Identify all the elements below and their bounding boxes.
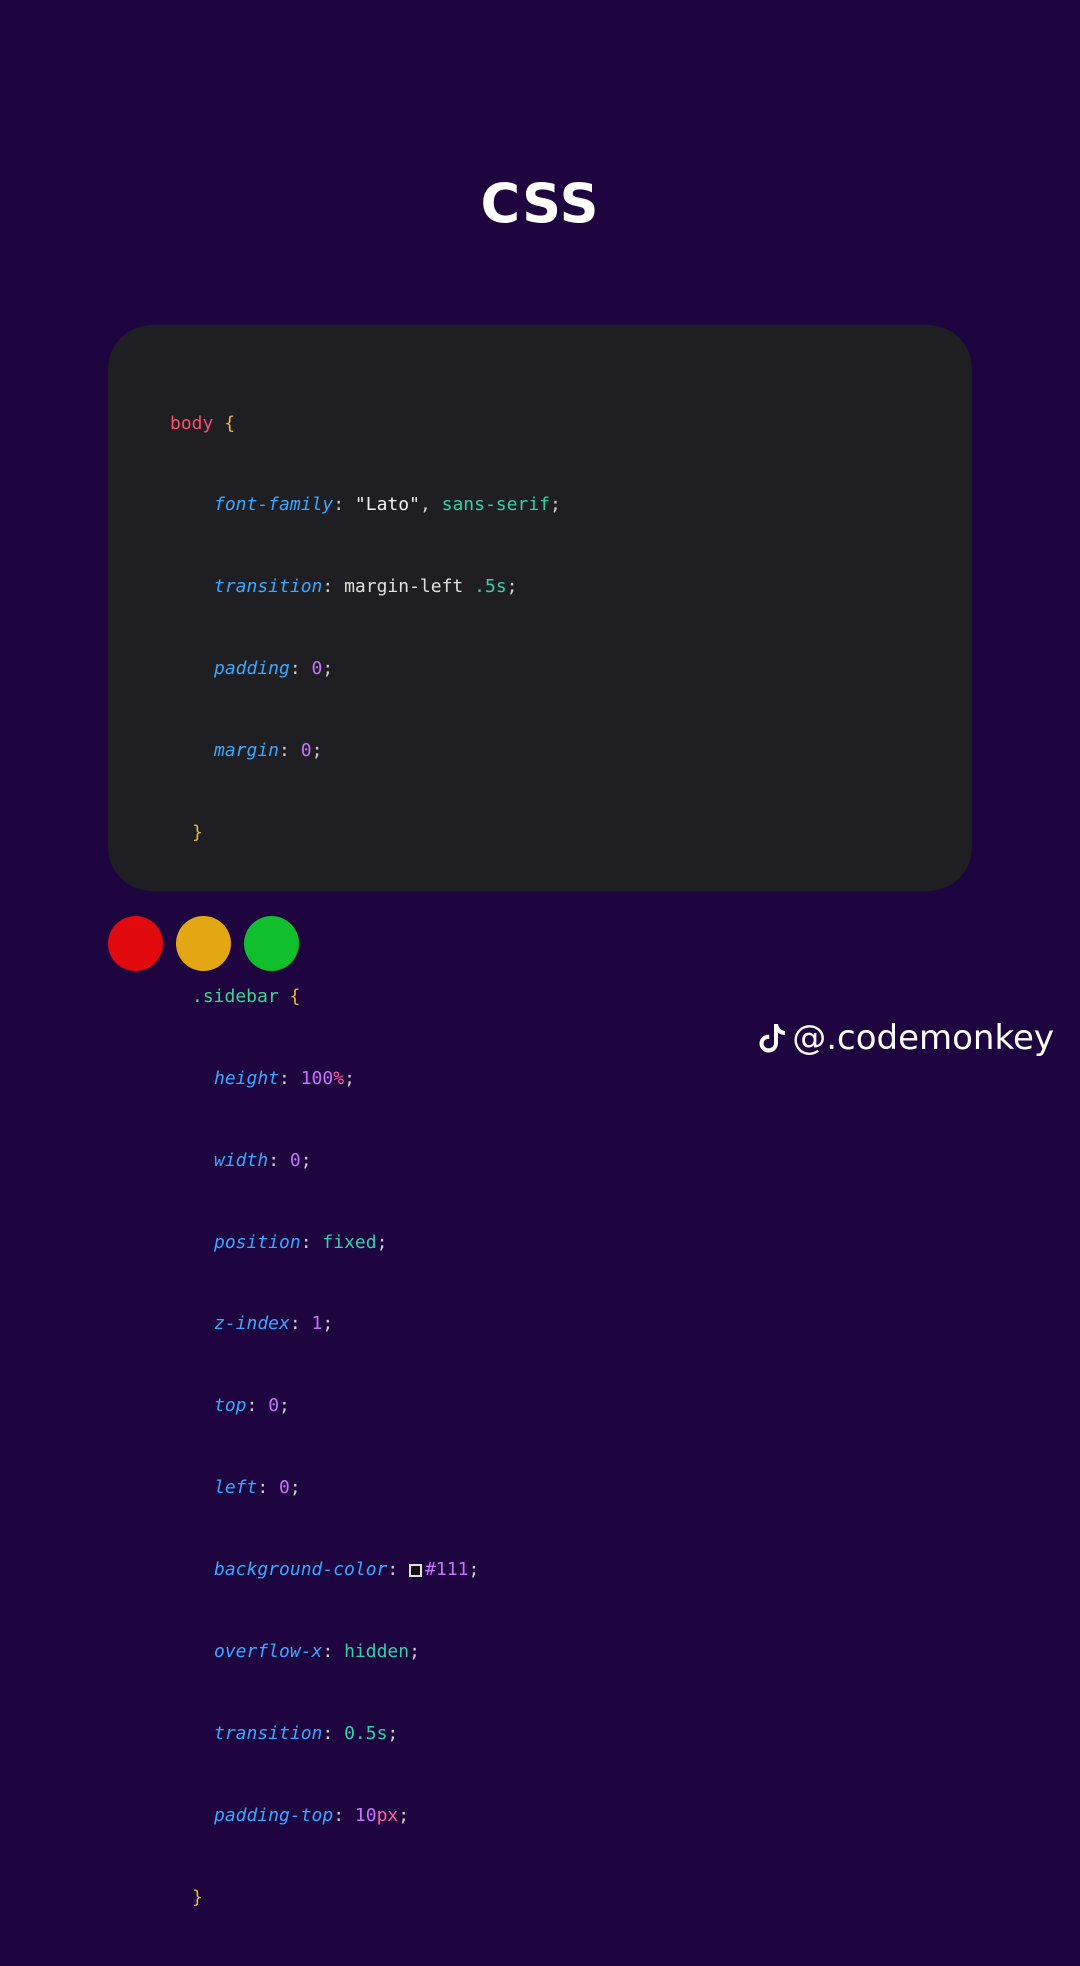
keyword-value: fixed (322, 1231, 377, 1253)
number-value: 0 (268, 1395, 280, 1417)
colon: : (300, 1231, 312, 1253)
semicolon: ; (387, 1722, 399, 1744)
tiktok-icon (759, 1024, 786, 1053)
colon: : (279, 740, 290, 762)
semicolon: ; (279, 1395, 290, 1417)
unit: % (333, 1067, 345, 1089)
green-circle-icon (244, 916, 299, 971)
colon: : (257, 1477, 269, 1499)
code-line: } (170, 819, 561, 846)
code-panel: body { font-family: "Lato", sans-serif; … (108, 325, 972, 1908)
semicolon: ; (344, 1067, 355, 1089)
number-value: 0 (289, 1149, 301, 1171)
colon: : (333, 494, 345, 516)
colon: : (246, 1395, 258, 1417)
unit: s (376, 1722, 388, 1744)
colon: : (322, 1640, 334, 1662)
color-value: #111 (425, 1559, 469, 1581)
selector-body: body (170, 412, 214, 434)
code-line: width: 0; (170, 1147, 561, 1174)
semicolon: ; (398, 1804, 410, 1826)
colon: : (387, 1559, 399, 1581)
code-block: body { font-family: "Lato", sans-serif; … (170, 355, 561, 1966)
keyword-value: hidden (344, 1640, 410, 1662)
property: transition (214, 576, 323, 598)
red-circle-icon (108, 916, 163, 971)
property: top (214, 1395, 247, 1417)
semicolon: ; (289, 1477, 301, 1499)
number-value: 100 (300, 1067, 334, 1089)
close-brace: } (192, 1886, 203, 1908)
property: margin (214, 740, 280, 762)
code-line: z-index: 1; (170, 1310, 561, 1337)
number-value: 0 (311, 658, 323, 680)
code-line: overflow-x: hidden; (170, 1638, 561, 1665)
selector-sidebar: .sidebar (192, 985, 279, 1007)
comma: , (419, 494, 431, 516)
property: padding (214, 658, 290, 680)
semicolon: ; (322, 658, 334, 680)
unit: px (376, 1804, 399, 1826)
code-line: margin: 0; (170, 737, 561, 764)
semicolon: ; (409, 1640, 420, 1662)
code-line: left: 0; (170, 1474, 561, 1501)
semicolon: ; (506, 576, 518, 598)
open-brace: { (289, 985, 301, 1007)
property: z-index (214, 1313, 290, 1335)
colon: : (333, 1804, 345, 1826)
colon: : (289, 658, 301, 680)
property: overflow-x (214, 1640, 323, 1662)
number-value: 0.5 (344, 1722, 377, 1744)
colon: : (322, 576, 334, 598)
code-line: background-color: #111; (170, 1556, 561, 1583)
number-value: 1 (311, 1313, 323, 1335)
unit: s (495, 576, 507, 598)
social-handle: @.codemonkey (758, 1012, 1054, 1064)
code-line: height: 100%; (170, 1065, 561, 1092)
property: height (214, 1067, 280, 1089)
semicolon: ; (300, 1149, 312, 1171)
colon: : (322, 1722, 334, 1744)
property: padding-top (214, 1804, 334, 1826)
semicolon: ; (550, 494, 561, 516)
semicolon: ; (322, 1313, 334, 1335)
handle-text: @.codemonkey (792, 1018, 1054, 1058)
color-swatch-icon (409, 1564, 423, 1578)
property: left (214, 1477, 258, 1499)
semicolon: ; (376, 1231, 388, 1253)
code-line: padding-top: 10px; (170, 1802, 561, 1829)
property: transition (214, 1722, 323, 1744)
number-value: 0 (279, 1477, 290, 1499)
property: width (214, 1149, 269, 1171)
code-line: transition: 0.5s; (170, 1720, 561, 1747)
code-line: body { (170, 410, 561, 437)
semicolon: ; (468, 1559, 480, 1581)
colon: : (289, 1313, 301, 1335)
string-value: "Lato" (354, 494, 420, 516)
code-line: } (170, 1884, 561, 1911)
semicolon: ; (311, 740, 323, 762)
code-line: .sidebar { (170, 983, 561, 1010)
keyword-value: sans-serif (441, 494, 550, 516)
number-value: 0 (300, 740, 312, 762)
code-line: top: 0; (170, 1392, 561, 1419)
property: background-color (214, 1559, 388, 1581)
plain-value: margin-left (344, 576, 464, 598)
colon: : (268, 1149, 280, 1171)
close-brace: } (192, 822, 203, 844)
code-line: font-family: "Lato", sans-serif; (170, 491, 561, 518)
number-value: .5 (474, 576, 496, 598)
property: position (214, 1231, 301, 1253)
yellow-circle-icon (176, 916, 231, 971)
code-line: position: fixed; (170, 1229, 561, 1256)
open-brace: { (224, 412, 236, 434)
code-line: padding: 0; (170, 655, 561, 682)
page-title: CSS (480, 172, 600, 235)
code-line: transition: margin-left .5s; (170, 573, 561, 600)
property: font-family (214, 494, 334, 516)
number-value: 10 (354, 1804, 377, 1826)
colon: : (279, 1067, 290, 1089)
